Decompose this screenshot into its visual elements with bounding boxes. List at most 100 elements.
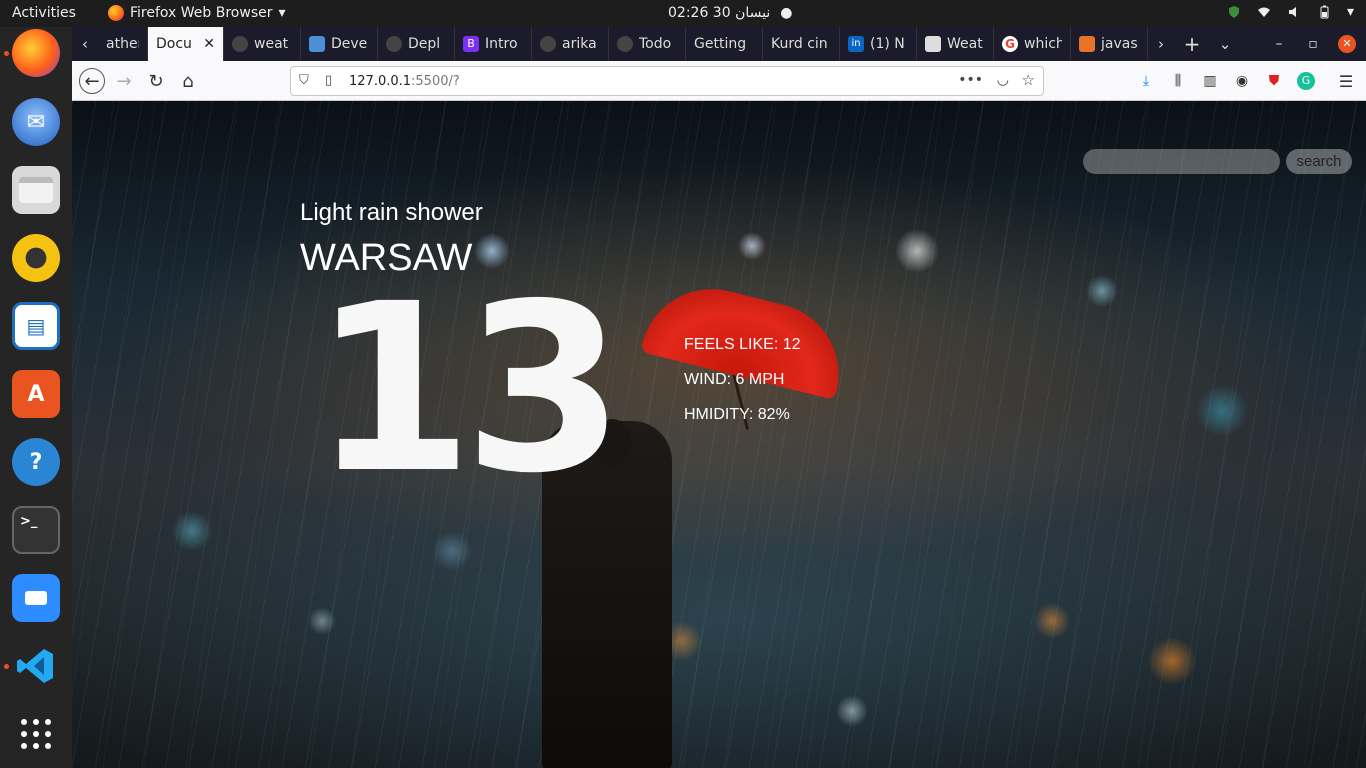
tab-strip: ‹ ather Docu ✕ weat Deve Depl B Intro arik… xyxy=(72,27,1366,61)
address-bar[interactable]: ⛉ ▯ 127.0.0.1:5500/? ••• ◡ ☆ xyxy=(290,66,1044,96)
humidity: HMIDITY: 82% xyxy=(684,406,790,423)
tab[interactable]: Getting xyxy=(686,27,763,61)
dock-files-icon[interactable] xyxy=(12,166,60,214)
forward-icon[interactable]: → xyxy=(111,68,137,94)
show-applications-icon[interactable] xyxy=(12,710,60,758)
page-icon xyxy=(925,36,941,52)
app-menu[interactable]: Firefox Web Browser ▾ xyxy=(108,5,286,21)
tab-active[interactable]: Docu ✕ xyxy=(148,27,224,61)
close-window-icon[interactable]: ✕ xyxy=(1330,27,1364,61)
clock[interactable]: 02:26 30 نيسان ● xyxy=(668,5,792,21)
tab-label: ather xyxy=(106,36,139,52)
dock-zoom-icon[interactable] xyxy=(12,574,60,622)
new-tab-icon[interactable]: + xyxy=(1174,27,1210,61)
tab-label: Kurd cin xyxy=(771,36,828,52)
system-tray[interactable]: ▾ xyxy=(1227,4,1354,20)
running-indicator xyxy=(4,51,9,56)
dock-rhythmbox-icon[interactable] xyxy=(12,234,60,282)
tab[interactable]: ather xyxy=(98,27,148,61)
temperature: 13 xyxy=(312,254,625,524)
wind-speed: WIND: 6 MPH xyxy=(684,371,785,388)
tabs-scroll-left-button[interactable]: ‹ xyxy=(72,27,98,61)
dock-terminal-icon[interactable]: >_ xyxy=(12,506,60,554)
grammarly-icon[interactable]: G xyxy=(1297,72,1315,90)
system-top-bar: Activities Firefox Web Browser ▾ 02:26 3… xyxy=(0,0,1366,27)
tab[interactable]: B Intro xyxy=(455,27,532,61)
close-tab-icon[interactable]: ✕ xyxy=(203,36,215,52)
tab[interactable]: Deve xyxy=(301,27,378,61)
github-icon xyxy=(232,36,248,52)
tab[interactable]: arika xyxy=(532,27,609,61)
more-actions-icon[interactable]: ••• xyxy=(958,72,983,88)
page-info-icon[interactable]: ▯ xyxy=(325,73,332,88)
github-icon xyxy=(617,36,633,52)
tab-list-chevron-icon[interactable]: ⌄ xyxy=(1210,27,1240,61)
tab-label: Weat xyxy=(947,36,983,52)
home-icon[interactable]: ⌂ xyxy=(175,68,201,94)
feels-like: FEELS LIKE: 12 xyxy=(684,336,801,353)
dev-icon xyxy=(309,36,325,52)
github-icon xyxy=(386,36,402,52)
tab-label: Getting xyxy=(694,36,747,52)
sidebar-icon[interactable]: ▥ xyxy=(1200,71,1220,91)
search-button[interactable]: search xyxy=(1286,149,1352,174)
dock-vscode-icon[interactable] xyxy=(12,642,60,690)
bookmark-star-icon[interactable]: ☆ xyxy=(1022,71,1035,89)
url-host: 127.0.0.1 xyxy=(349,74,412,89)
tab-label: Intro xyxy=(485,36,518,52)
maximize-icon[interactable]: ▫ xyxy=(1296,27,1330,61)
activities-button[interactable]: Activities xyxy=(12,5,76,21)
tab[interactable]: Gwhich xyxy=(994,27,1071,61)
battery-icon xyxy=(1320,5,1329,19)
tab[interactable]: in (1) N xyxy=(840,27,917,61)
dock-thunderbird-icon[interactable]: ✉ xyxy=(12,98,60,146)
tab[interactable]: weat xyxy=(224,27,301,61)
tab-label: weat xyxy=(254,36,289,52)
tabs-scroll-right-button[interactable]: › xyxy=(1148,27,1174,61)
tab-label: Deve xyxy=(331,36,368,52)
google-icon: G xyxy=(1002,36,1018,52)
tab-label: javas xyxy=(1101,36,1138,52)
dock-firefox-icon[interactable] xyxy=(12,29,60,77)
tab-label: which xyxy=(1024,36,1062,52)
library-icon[interactable]: ⫼ xyxy=(1168,71,1188,91)
tab-label: Docu xyxy=(156,36,192,52)
chevron-down-icon: ▾ xyxy=(278,5,286,21)
tab[interactable]: Depl xyxy=(378,27,455,61)
shield-icon[interactable]: ⛉ xyxy=(299,73,309,88)
linkedin-icon: in xyxy=(848,36,864,52)
pocket-icon[interactable]: ◡ xyxy=(997,72,1009,88)
city-search-input[interactable] xyxy=(1083,149,1280,174)
tab-label: Depl xyxy=(408,36,441,52)
clock-text: 02:26 30 نيسان xyxy=(668,5,771,21)
tab[interactable]: javas xyxy=(1071,27,1148,61)
tab-label: (1) N xyxy=(870,36,905,52)
tab[interactable]: Weat xyxy=(917,27,994,61)
downloads-icon[interactable]: ⤓ xyxy=(1136,71,1156,91)
reload-icon[interactable]: ↻ xyxy=(143,68,169,94)
running-indicator xyxy=(4,664,9,669)
dock-impress-icon[interactable]: ▤ xyxy=(12,302,60,350)
account-icon[interactable]: ◉ xyxy=(1232,71,1252,91)
shield-icon xyxy=(1228,6,1239,18)
url-path: :5500/? xyxy=(411,74,460,89)
dock-help-icon[interactable]: ? xyxy=(12,438,60,486)
weather-condition: Light rain shower xyxy=(300,199,483,226)
url-text[interactable]: 127.0.0.1:5500/? xyxy=(349,74,460,89)
dock-software-icon[interactable]: A xyxy=(12,370,60,418)
menu-icon[interactable]: ☰ xyxy=(1336,71,1356,91)
tab[interactable]: Todo xyxy=(609,27,686,61)
notification-dot-icon: ● xyxy=(780,5,793,21)
nav-toolbar: ← → ↻ ⌂ ⛉ ▯ 127.0.0.1:5500/? ••• ◡ ☆ ⤓ ⫼… xyxy=(72,61,1366,101)
back-icon[interactable]: ← xyxy=(79,68,105,94)
tab-label: arika xyxy=(562,36,597,52)
bootstrap-icon: B xyxy=(463,36,479,52)
tab[interactable]: Kurd cin xyxy=(763,27,840,61)
tab-label: Todo xyxy=(639,36,672,52)
wifi-icon xyxy=(1257,7,1270,17)
minimize-icon[interactable]: – xyxy=(1262,27,1296,61)
rain-overlay xyxy=(72,101,1366,768)
java-icon xyxy=(1079,36,1095,52)
ublock-icon[interactable]: ⛊ xyxy=(1264,71,1284,91)
volume-icon xyxy=(1288,7,1296,17)
